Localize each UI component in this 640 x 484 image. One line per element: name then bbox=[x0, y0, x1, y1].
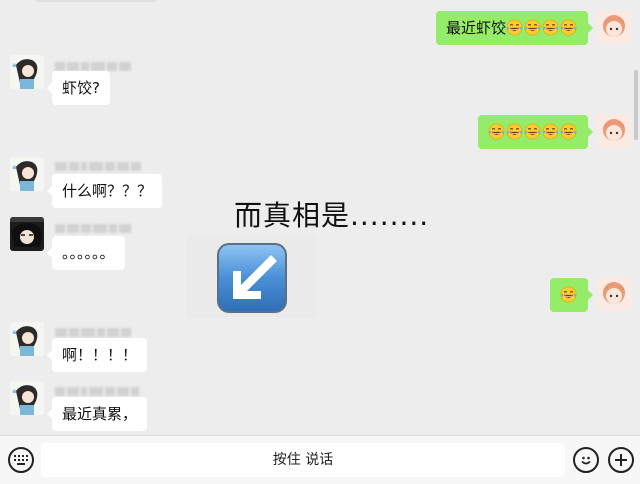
tears-of-joy-emoji bbox=[524, 19, 541, 36]
avatar-self[interactable] bbox=[597, 114, 631, 148]
message-text: 。。。。。。 bbox=[62, 244, 115, 262]
avatar-other[interactable]: ≡ bbox=[10, 381, 44, 415]
emoji-group bbox=[560, 286, 578, 304]
sender-name-blurred bbox=[55, 160, 141, 172]
input-bar: 按住 说话 bbox=[0, 435, 640, 484]
tears-of-joy-emoji bbox=[542, 123, 559, 140]
scrollbar[interactable] bbox=[634, 70, 638, 140]
overlay-caption: 而真相是........ bbox=[234, 199, 430, 232]
tears-of-joy-emoji bbox=[560, 123, 577, 140]
tears-of-joy-emoji bbox=[542, 19, 559, 36]
avatar-self[interactable] bbox=[597, 277, 631, 311]
sender-name-blurred bbox=[55, 385, 139, 397]
avatar-self[interactable] bbox=[597, 10, 631, 44]
tears-of-joy-emoji bbox=[524, 123, 541, 140]
sender-name-blurred bbox=[55, 326, 131, 338]
message-bubble-other[interactable]: 虾饺? bbox=[47, 71, 110, 105]
message-bubble-self[interactable] bbox=[478, 115, 593, 149]
smiley-icon[interactable] bbox=[573, 447, 599, 473]
svg-text:≡: ≡ bbox=[12, 164, 17, 171]
avatar-other[interactable]: ≡ bbox=[10, 322, 44, 356]
down-left-arrow-icon bbox=[215, 241, 289, 315]
chat-area[interactable]: 最近虾饺 ≡ 虾饺? ≡ 什么啊？？？ 。。。。。。 ≡ 啊！！！！ ≡ 最近真… bbox=[0, 0, 640, 435]
avatar-other[interactable]: ≡ bbox=[10, 157, 44, 191]
hold-to-talk-button[interactable]: 按住 说话 bbox=[41, 443, 565, 477]
message-bubble-other[interactable]: 。。。。。。 bbox=[47, 236, 125, 270]
tears-of-joy-emoji bbox=[488, 123, 505, 140]
message-bubble-other[interactable]: 啊！！！！ bbox=[46, 338, 148, 372]
avatar-other-dark[interactable] bbox=[10, 217, 44, 251]
plus-icon[interactable] bbox=[608, 447, 634, 473]
svg-text:≡: ≡ bbox=[12, 329, 17, 336]
keyboard-icon[interactable] bbox=[8, 447, 34, 473]
message-text: 啊！！！！ bbox=[62, 346, 138, 364]
message-bubble-other[interactable]: 什么啊？？？ bbox=[46, 174, 163, 208]
avatar-other[interactable]: ≡ bbox=[10, 55, 44, 89]
emoji-group bbox=[506, 19, 578, 37]
svg-text:≡: ≡ bbox=[12, 388, 17, 395]
message-bubble-other[interactable]: 最近真累， bbox=[46, 397, 148, 431]
message-text: 最近虾饺 bbox=[445, 19, 506, 37]
emoji-group bbox=[488, 123, 578, 141]
message-bubble-self[interactable] bbox=[550, 278, 593, 312]
tears-of-joy-emoji bbox=[506, 123, 523, 140]
message-text: 什么啊？？？ bbox=[62, 182, 153, 200]
message-bubble-self[interactable]: 最近虾饺 bbox=[435, 11, 594, 45]
sender-name-blurred bbox=[55, 222, 131, 234]
svg-text:≡: ≡ bbox=[12, 62, 17, 69]
tears-of-joy-emoji bbox=[560, 286, 577, 303]
message-text: 虾饺? bbox=[62, 79, 100, 97]
divider bbox=[36, 0, 156, 2]
message-text: 最近真累， bbox=[62, 405, 138, 423]
tears-of-joy-emoji bbox=[506, 19, 523, 36]
tears-of-joy-emoji bbox=[560, 19, 577, 36]
